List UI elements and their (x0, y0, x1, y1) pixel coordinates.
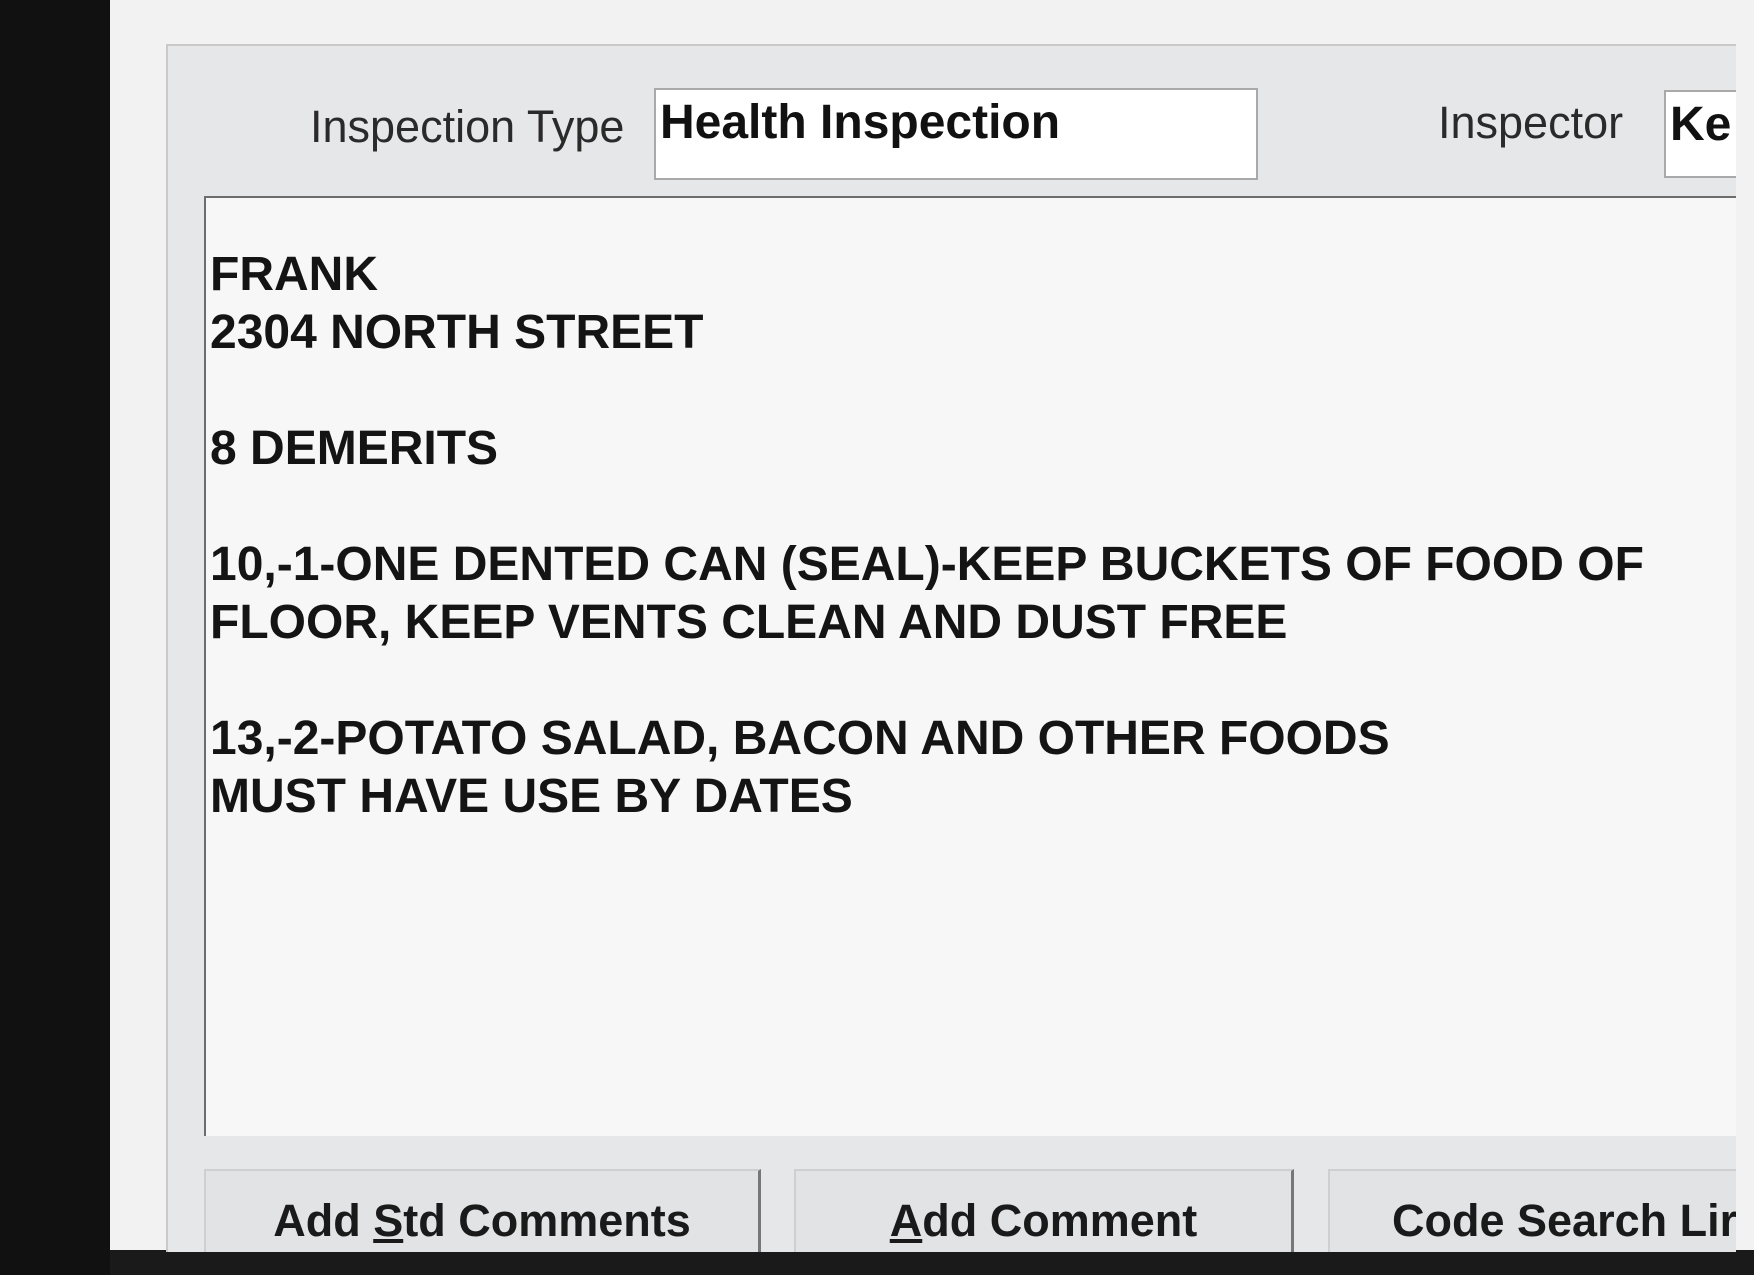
comment-line: 13,-2-POTATO SALAD, BACON AND OTHER FOOD… (210, 712, 1390, 765)
scan-bottom-edge (110, 1250, 1754, 1275)
inspector-field[interactable]: Ke (1664, 90, 1736, 178)
button-accelerator: A (889, 1195, 923, 1246)
inspector-label: Inspector (1438, 97, 1624, 148)
add-std-comments-button[interactable]: Add Std Comments (204, 1169, 761, 1252)
scan-border (0, 0, 110, 1275)
button-accelerator: S (373, 1195, 404, 1246)
comment-line: MUST HAVE USE BY DATES (210, 770, 853, 823)
comment-line: FRANK (210, 248, 378, 301)
comment-line: FLOOR, KEEP VENTS CLEAN AND DUST FREE (210, 596, 1288, 649)
inspection-comments-window: Inspection Type Health Inspection Inspec… (166, 44, 1736, 1252)
code-search-button[interactable]: Code Search Lir (1328, 1169, 1736, 1252)
comment-line: 10,-1-ONE DENTED CAN (SEAL)-KEEP BUCKETS… (210, 538, 1644, 591)
comment-line: 2304 NORTH STREET (210, 306, 704, 359)
comments-textarea[interactable]: FRANK 2304 NORTH STREET 8 DEMERITS 10,-1… (204, 196, 1736, 1136)
button-label-part: dd Comment (922, 1195, 1198, 1246)
button-label-part: Add (273, 1195, 374, 1246)
inspection-type-label: Inspection Type (310, 101, 625, 152)
inspection-type-field[interactable]: Health Inspection (654, 88, 1258, 180)
comment-line: 8 DEMERITS (210, 422, 499, 475)
button-label: Code Search Lir (1392, 1195, 1736, 1246)
button-label-part: td Comments (403, 1195, 691, 1246)
add-comment-button[interactable]: Add Comment (794, 1169, 1294, 1252)
